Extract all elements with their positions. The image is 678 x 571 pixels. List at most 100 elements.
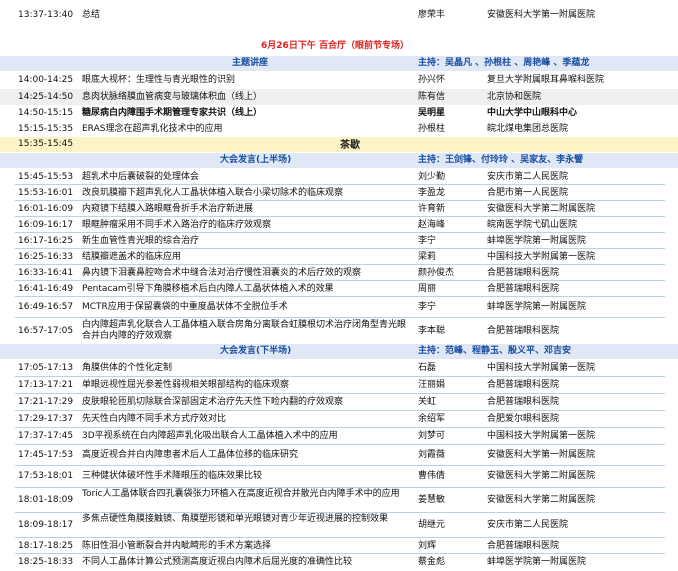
organization: 中国科技大学附属第一医院 bbox=[487, 363, 596, 373]
speaker: 石磊 bbox=[418, 363, 437, 373]
time-slot: 18:01-18:09 bbox=[18, 495, 74, 505]
time-slot: 16:01-16:09 bbox=[18, 204, 74, 214]
speaker: 刘梦可 bbox=[418, 431, 446, 441]
topic: 陈旧性泪小管断裂合并内眦畸形的手术方案选择 bbox=[82, 541, 272, 551]
organization: 安徽医科大学第一附属医院 bbox=[487, 450, 596, 460]
time-slot: 17:21-17:29 bbox=[18, 397, 74, 407]
topic: 总结 bbox=[82, 10, 101, 20]
time-slot: 17:53-18:01 bbox=[18, 471, 74, 481]
speaker: 姜慧敏 bbox=[418, 495, 446, 505]
organization: 合肥普瑞眼科医院 bbox=[487, 397, 560, 407]
organization: 合肥普瑞眼科医院 bbox=[487, 326, 560, 336]
program-page: 13:37-13:40 总结 廖荣丰 安徽医科大学第一附属医院 6月26日下午 … bbox=[0, 0, 678, 571]
time-slot: 17:37-17:45 bbox=[18, 431, 74, 441]
time-slot: 18:17-18:25 bbox=[18, 541, 74, 551]
organization: 安徽医科大学第一附属医院 bbox=[487, 10, 596, 20]
topic: 高度近视合并白内障患者术后人工晶体位移的临床研究 bbox=[82, 450, 299, 460]
time-slot: 16:33-16:41 bbox=[18, 268, 74, 278]
list-item: 17:21-17:29 皮肤眼轮匝肌切除联合深部固定术治疗先天性下睑内翻的疗效观… bbox=[0, 394, 678, 410]
organization: 北京协和医院 bbox=[487, 92, 542, 102]
time-slot: 17:05-17:13 bbox=[18, 363, 74, 373]
list-item: 18:17-18:25 陈旧性泪小管断裂合并内眦畸形的手术方案选择 刘辉 合肥普… bbox=[0, 538, 678, 553]
speaker: 李宁 bbox=[418, 236, 437, 246]
topic: Pentacam引导下角膜移植术后白内障人工晶状体植入术的效果 bbox=[82, 284, 334, 294]
list-item: 16:25-16:33 结膜瓣遮盖术的临床应用 梁莉 中国科技大学附属第一医院 bbox=[0, 249, 678, 264]
organization: 合肥普瑞眼科医院 bbox=[487, 268, 560, 278]
speaker: 胡继元 bbox=[418, 520, 446, 530]
speaker: 孙兴怀 bbox=[418, 75, 446, 85]
section-chair: 主持：王剑锋、付玲玲 、吴家友、李永譬 bbox=[418, 155, 584, 165]
section-title: 大会发言(下半场) bbox=[220, 346, 292, 356]
list-item: 14:50-15:15 糖尿病白内障围手术期管理专家共识（线上） 吴明星 中山大… bbox=[0, 105, 678, 121]
list-item: 15:45-15:53 超乳术中后囊破裂的处理体会 刘少勤 安庆市第二人民医院 bbox=[0, 169, 678, 184]
session-title: 6月26日下午 百合厅（眼前节专场） bbox=[261, 41, 409, 51]
organization: 复旦大学附属眼耳鼻喉科医院 bbox=[487, 75, 605, 85]
section-title: 大会发言(上半场) bbox=[220, 155, 292, 165]
organization: 蚌埠医学院第一附属医院 bbox=[487, 557, 587, 567]
organization: 合肥爱尔眼科医院 bbox=[487, 414, 560, 424]
time-slot: 13:37-13:40 bbox=[18, 10, 74, 20]
list-item: 16:57-17:05 白内障超声乳化联合人工晶体植入联合房角分离联合虹膜根切术… bbox=[0, 318, 678, 342]
organization: 蚌埠医学院第一附属医院 bbox=[487, 236, 587, 246]
list-item: 15:53-16:01 改良玑膜瓣下超声乳化人工晶状体植入联合小梁切除术的临床观… bbox=[0, 185, 678, 200]
topic: 不同人工晶体计算公式预测高度近视白内障术后屈光度的准确性比较 bbox=[82, 557, 353, 567]
topic: 3D平视系统在白内障超声乳化吸出联合人工晶体植入术中的应用 bbox=[82, 431, 338, 441]
organization: 合肥普瑞眼科医院 bbox=[487, 284, 560, 294]
time-slot: 16:41-16:49 bbox=[18, 284, 74, 294]
time-slot: 14:00-14:25 bbox=[18, 75, 74, 85]
list-item: 13:37-13:40 总结 廖荣丰 安徽医科大学第一附属医院 bbox=[0, 7, 678, 25]
time-slot: 15:53-16:01 bbox=[18, 188, 74, 198]
topic: 多焦点硬性角膜接触镜、角膜塑形镜和单光眼镜对青少年近视进展的控制效果 bbox=[82, 514, 389, 524]
speaker: 梁莉 bbox=[418, 252, 437, 262]
topic: 鼻内镜下泪囊鼻腔吻合术中缝合法对治疗慢性泪囊炎的术后疗效的观察 bbox=[82, 268, 362, 278]
topic: MCTR应用于保留囊袋的中重度晶状体不全脱位手术 bbox=[82, 302, 288, 312]
topic: 内窥镜下结膜入路眼眶骨折手术治疗新进展 bbox=[82, 204, 254, 214]
time-slot: 15:45-15:53 bbox=[18, 172, 74, 182]
list-item: 16:01-16:09 内窥镜下结膜入路眼眶骨折手术治疗新进展 许育新 安徽医科… bbox=[0, 201, 678, 216]
list-item: 16:17-16:25 新生血管性青光眼的综合治疗 李宁 蚌埠医学院第一附属医院 bbox=[0, 233, 678, 248]
topic: 眼眶肿瘤采用不同手术入路治疗的临床疗效观察 bbox=[82, 220, 272, 230]
time-slot: 16:17-16:25 bbox=[18, 236, 74, 246]
organization: 安徽医科大学第二附属医院 bbox=[487, 471, 596, 481]
topic: 息肉状脉络膜血管病变与玻璃体积血（线上） bbox=[82, 92, 263, 102]
list-item: 14:25-14:50 息肉状脉络膜血管病变与玻璃体积血（线上） 陈有信 北京协… bbox=[0, 89, 678, 105]
section-chair: 主持：吴晶凡 、孙根柱 、周艳峰 、季蕴龙 bbox=[418, 58, 590, 68]
section-header-keynote: 主题讲座 主持：吴晶凡 、孙根柱 、周艳峰 、季蕴龙 bbox=[0, 56, 678, 71]
organization: 蚌埠医学院第一附属医院 bbox=[487, 302, 587, 312]
topic: Toric人工晶体联合四孔囊袋张力环植入在高度近视合并散光白内障手术中的应用 bbox=[82, 489, 400, 499]
speaker: 刘少勤 bbox=[418, 172, 446, 182]
topic: ERAS理念在超声乳化技术中的应用 bbox=[82, 124, 223, 134]
speaker: 赵海峰 bbox=[418, 220, 446, 230]
list-item: 18:01-18:09 Toric人工晶体联合四孔囊袋张力环植入在高度近视合并散… bbox=[0, 488, 678, 512]
time-slot: 17:45-17:53 bbox=[18, 450, 74, 460]
list-item: 16:09-16:17 眼眶肿瘤采用不同手术入路治疗的临床疗效观察 赵海峰 皖南… bbox=[0, 217, 678, 232]
speaker: 余绍军 bbox=[418, 414, 446, 424]
time-slot: 16:57-17:05 bbox=[18, 326, 74, 336]
speaker: 廖荣丰 bbox=[418, 10, 446, 20]
speaker: 刘辉 bbox=[418, 541, 437, 551]
section-chair: 主持：范峰、程静玉、殷义平、邓吉安 bbox=[418, 346, 572, 356]
speaker: 李盈龙 bbox=[418, 188, 446, 198]
list-item: 16:41-16:49 Pentacam引导下角膜移植术后白内障人工晶状体植入术… bbox=[0, 281, 678, 296]
speaker: 李本聪 bbox=[418, 326, 446, 336]
organization: 安徽医科大学第二附属医院 bbox=[487, 204, 596, 214]
section-header-talks-1: 大会发言(上半场) 主持：王剑锋、付玲玲 、吴家友、李永譬 bbox=[0, 153, 678, 168]
list-item: 15:15-15:35 ERAS理念在超声乳化技术中的应用 孙根柱 皖北煤电集团… bbox=[0, 121, 678, 137]
time-slot: 14:25-14:50 bbox=[18, 92, 74, 102]
list-item: 14:00-14:25 眼底大视杯：生理性与青光眼性的识别 孙兴怀 复旦大学附属… bbox=[0, 72, 678, 89]
section-header-talks-2: 大会发言(下半场) 主持：范峰、程静玉、殷义平、邓吉安 bbox=[0, 344, 678, 359]
organization: 中国科技大学附属第一医院 bbox=[487, 252, 596, 262]
section-title: 主题讲座 bbox=[232, 58, 269, 68]
speaker: 陈有信 bbox=[418, 92, 446, 102]
topic: 结膜瓣遮盖术的临床应用 bbox=[82, 252, 182, 262]
organization: 安庆市第二人民医院 bbox=[487, 520, 569, 530]
list-item: 17:13-17:21 单眼远视性屈光参差性弱视相关眼部结构的临床观察 汪丽娟 … bbox=[0, 377, 678, 393]
time-slot: 17:13-17:21 bbox=[18, 380, 74, 390]
list-item: 18:09-18:17 多焦点硬性角膜接触镜、角膜塑形镜和单光眼镜对青少年近视进… bbox=[0, 513, 678, 537]
time-slot: 16:25-16:33 bbox=[18, 252, 74, 262]
speaker: 孙根柱 bbox=[418, 124, 446, 134]
topic: 三种健状体破坏性手术降眼压的临床效果比较 bbox=[82, 471, 263, 481]
speaker: 曹伟倩 bbox=[418, 471, 446, 481]
speaker: 刘霞薇 bbox=[418, 450, 446, 460]
time-slot: 17:29-17:37 bbox=[18, 414, 74, 424]
